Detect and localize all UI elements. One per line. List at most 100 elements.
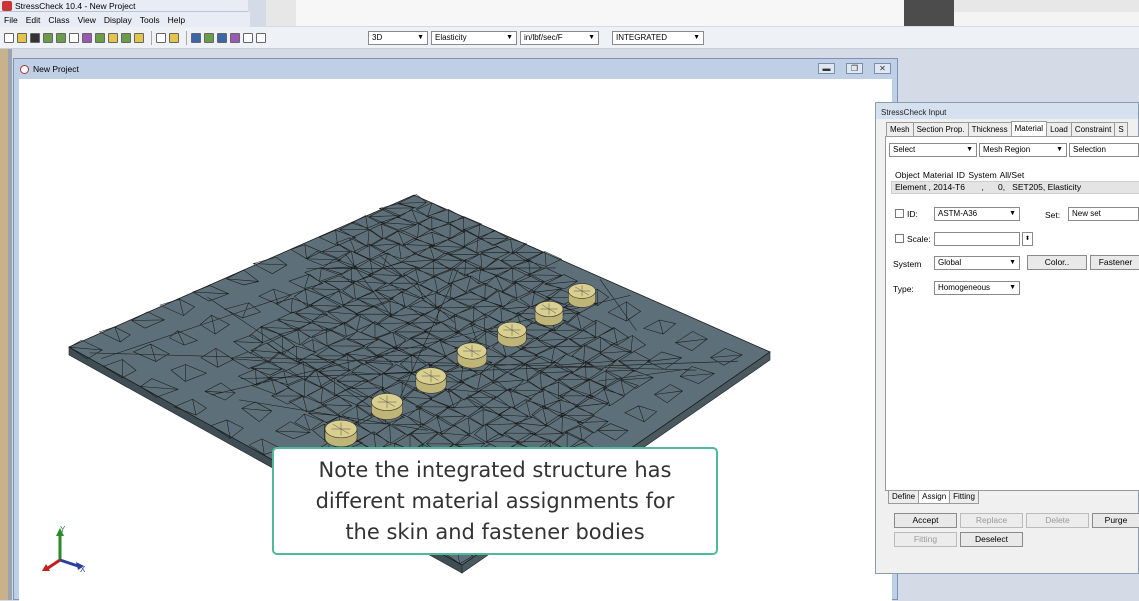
fitting-button[interactable]: Fitting — [894, 532, 957, 547]
scale-checkbox[interactable] — [895, 234, 904, 243]
tab-section-prop[interactable]: Section Prop. — [912, 122, 969, 136]
chevron-down-icon: ▼ — [417, 34, 424, 41]
fastener-button[interactable]: Fastener — [1090, 255, 1139, 270]
units-select-value: in/lbf/sec/F — [524, 33, 563, 42]
menu-class[interactable]: Class — [48, 15, 69, 25]
open-folder-icon[interactable] — [17, 32, 27, 43]
toolbar-separator — [186, 30, 187, 45]
annotation-callout: Note the integrated structure has differ… — [272, 447, 718, 555]
stresscheck-input-panel: StressCheck Input Mesh Section Prop. Thi… — [875, 102, 1139, 574]
chevron-down-icon: ▼ — [1009, 284, 1016, 291]
deselect-button[interactable]: Deselect — [960, 532, 1023, 547]
mesh-icon[interactable] — [95, 32, 105, 43]
accept-button[interactable]: Accept — [894, 513, 957, 528]
tab-overflow[interactable]: S — [1114, 122, 1128, 136]
model-icon[interactable] — [108, 32, 118, 43]
type-select-value: Homogeneous — [938, 283, 991, 292]
set-select[interactable]: New set — [1068, 207, 1139, 221]
minimize-button[interactable]: ▬ — [818, 63, 835, 74]
help-icon[interactable] — [169, 32, 179, 43]
tab-thickness[interactable]: Thickness — [967, 122, 1012, 136]
tab-assign[interactable]: Assign — [918, 491, 951, 504]
fastener-body — [324, 419, 358, 448]
toolbar-separator — [151, 30, 152, 45]
project-icon — [20, 64, 29, 74]
menu-file[interactable]: File — [4, 15, 18, 25]
triad-x-label: X — [80, 565, 86, 574]
callout-line: the skin and fastener bodies — [345, 519, 645, 544]
geometry-icon[interactable] — [191, 32, 201, 43]
chevron-down-icon: ▼ — [588, 34, 595, 41]
material-id-select[interactable]: ASTM-A36 ▼ — [934, 207, 1020, 221]
axis-icon[interactable] — [217, 32, 227, 43]
tab-load[interactable]: Load — [1046, 122, 1072, 136]
close-button[interactable]: ✕ — [874, 63, 891, 74]
fastener-body — [456, 342, 488, 369]
region-select-value: Mesh Region — [983, 145, 1031, 154]
analysis-select-value: Elasticity — [435, 33, 467, 42]
fastener-body — [371, 393, 403, 420]
system-label: System — [893, 259, 922, 269]
callout-line: Note the integrated structure has — [318, 457, 672, 482]
new-file-icon[interactable] — [4, 32, 14, 43]
system-select[interactable]: Global ▼ — [934, 256, 1020, 270]
save-icon[interactable] — [30, 32, 40, 43]
menu-tools[interactable]: Tools — [140, 15, 160, 25]
fastener-body — [568, 283, 596, 308]
menu-edit[interactable]: Edit — [26, 15, 41, 25]
type-select[interactable]: Homogeneous ▼ — [934, 281, 1020, 295]
point-icon[interactable] — [230, 32, 240, 43]
beam-icon[interactable] — [204, 32, 214, 43]
background-region — [266, 0, 296, 26]
tab-constraint[interactable]: Constraint — [1070, 122, 1116, 136]
results-icon[interactable] — [134, 32, 144, 43]
material-tab-body: Select ▼ Mesh Region ▼ Selection Object Ma… — [885, 136, 1139, 491]
export-icon[interactable] — [56, 32, 66, 43]
menu-view[interactable]: View — [78, 15, 96, 25]
tab-define[interactable]: Define — [888, 491, 920, 504]
background-region — [954, 12, 1139, 26]
app-title-bar: StressCheck 10.4 - New Project — [0, 0, 248, 12]
purge-button[interactable]: Purge — [1092, 513, 1139, 528]
menu-bar: File Edit Class View Display Tools Help — [0, 12, 250, 27]
menu-help[interactable]: Help — [168, 15, 185, 25]
delete-button[interactable]: Delete — [1026, 513, 1089, 528]
project-title: New Project — [33, 64, 79, 74]
replace-button[interactable]: Replace — [960, 513, 1023, 528]
input-tabs: Mesh Section Prop. Thickness Material Lo… — [886, 121, 1139, 136]
id-checkbox[interactable] — [895, 209, 904, 218]
chevron-down-icon: ▼ — [966, 146, 973, 153]
object-select-value: Select — [893, 145, 916, 154]
formula-icon[interactable] — [156, 32, 166, 43]
object-select[interactable]: Select ▼ — [889, 143, 977, 157]
mode-select[interactable]: 3D ▼ — [368, 31, 428, 45]
scale-label: Scale: — [907, 234, 931, 244]
scale-input[interactable] — [934, 232, 1020, 246]
analysis-select[interactable]: Elasticity ▼ — [431, 31, 517, 45]
restore-button[interactable]: ❐ — [846, 63, 863, 74]
material-list-row[interactable]: Element , 2014-T6 , 0, SET205, Elasticit… — [891, 181, 1139, 194]
load-icon[interactable] — [243, 32, 253, 43]
import-icon[interactable] — [43, 32, 53, 43]
select-icon[interactable] — [82, 32, 92, 43]
scale-spinner[interactable]: ⬍ — [1022, 232, 1033, 246]
axis-triad-icon: Y X — [42, 525, 86, 574]
structure-select[interactable]: INTEGRATED ▼ — [612, 31, 704, 45]
selection-select[interactable]: Selection — [1069, 143, 1139, 157]
color-button[interactable]: Color.. — [1027, 255, 1087, 270]
menu-display[interactable]: Display — [104, 15, 132, 25]
system-select-value: Global — [938, 258, 962, 267]
region-select[interactable]: Mesh Region ▼ — [979, 143, 1067, 157]
panel-title: StressCheck Input — [876, 103, 1138, 119]
solve-icon[interactable] — [121, 32, 131, 43]
tab-mesh[interactable]: Mesh — [886, 122, 914, 136]
tab-material[interactable]: Material — [1010, 121, 1048, 136]
constraint-icon[interactable] — [256, 32, 266, 43]
fastener-body — [415, 367, 447, 394]
units-select[interactable]: in/lbf/sec/F ▼ — [520, 31, 599, 45]
type-label: Type: — [893, 284, 914, 294]
chevron-down-icon: ▼ — [1056, 146, 1063, 153]
callout-line: different material assignments for — [315, 488, 675, 513]
tab-fitting[interactable]: Fitting — [949, 491, 979, 504]
print-icon[interactable] — [69, 32, 79, 43]
